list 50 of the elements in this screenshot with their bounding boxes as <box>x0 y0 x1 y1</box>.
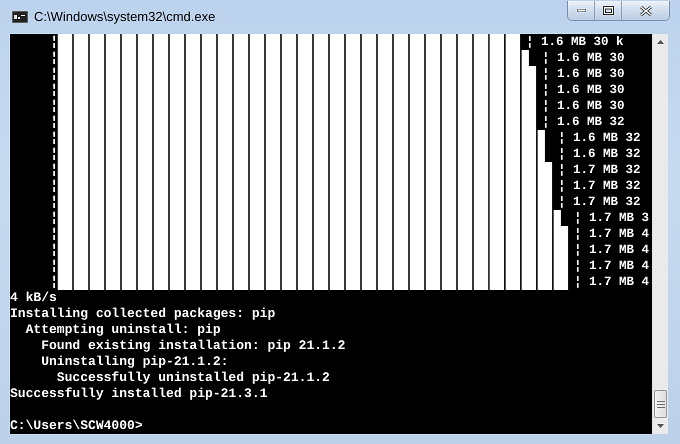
output-line: Installing collected packages: pip <box>10 306 276 322</box>
download-status: ¦ 1.6 MB 30 <box>542 66 624 82</box>
download-status: ¦ 1.6 MB 30 <box>542 98 624 114</box>
bar-marker: ¦ <box>49 226 58 241</box>
bar-marker: ¦ <box>49 34 58 49</box>
bar-marker: ¦ <box>49 242 58 257</box>
bar-marker: ¦ <box>49 194 58 209</box>
output-line: Found existing installation: pip 21.1.2 <box>40 338 346 354</box>
download-status: ¦ 1.7 MB 3 <box>574 210 649 226</box>
download-status: ¦ 1.6 MB 30 <box>542 82 624 98</box>
output-line: 4 kB/s <box>10 290 58 306</box>
minimize-button[interactable] <box>568 1 594 20</box>
bar-marker: ¦ <box>49 258 58 273</box>
close-icon <box>640 6 652 16</box>
output-line: Successfully uninstalled pip-21.1.2 <box>56 370 331 386</box>
download-status: ¦ 1.7 MB 32 <box>558 178 640 194</box>
bar-marker: ¦ <box>49 114 58 129</box>
bar-marker: ¦ <box>49 50 58 65</box>
scrollbar[interactable] <box>652 34 668 434</box>
download-status: ¦ 1.6 MB 32 <box>558 146 640 162</box>
download-status: ¦ 1.7 MB 4 <box>574 226 649 242</box>
bar-marker: ¦ <box>49 178 58 193</box>
minimize-icon <box>576 9 586 12</box>
download-status: ¦ 1.7 MB 4 <box>574 274 649 290</box>
bar-marker: ¦ <box>49 98 58 113</box>
maximize-icon <box>602 6 614 15</box>
output-line: Successfully installed pip-21.3.1 <box>10 386 268 402</box>
output-line: Attempting uninstall: pip <box>24 322 222 338</box>
close-button[interactable] <box>621 1 669 20</box>
download-status: ¦ 1.6 MB 32 <box>558 130 640 146</box>
download-status: ¦ 1.7 MB 4 <box>574 258 649 274</box>
maximize-button[interactable] <box>594 1 621 20</box>
download-status: ¦ 1.7 MB 32 <box>558 162 640 178</box>
console-icon <box>12 11 28 23</box>
bar-marker: ¦ <box>49 146 58 161</box>
bar-marker: ¦ <box>49 66 58 81</box>
window-title: C:\Windows\system32\cmd.exe <box>34 8 216 26</box>
download-status: ¦ 1.7 MB 4 <box>574 242 649 258</box>
bar-marker: ¦ <box>49 162 58 177</box>
bar-marker: ¦ <box>49 210 58 225</box>
output-line: Uninstalling pip-21.1.2: <box>40 354 230 370</box>
download-status: ¦ 1.6 MB 30 <box>542 50 624 66</box>
download-status: ¦ 1.6 MB 32 <box>542 114 624 130</box>
bar-marker: ¦ <box>49 274 58 289</box>
download-status: ¦ 1.6 MB 30 k <box>526 34 624 50</box>
bar-marker: ¦ <box>49 82 58 97</box>
scroll-thumb[interactable] <box>654 390 667 418</box>
download-status: ¦ 1.7 MB 32 <box>558 194 640 210</box>
bar-marker: ¦ <box>49 130 58 145</box>
command-prompt: C:\Users\SCW4000> <box>10 418 144 434</box>
